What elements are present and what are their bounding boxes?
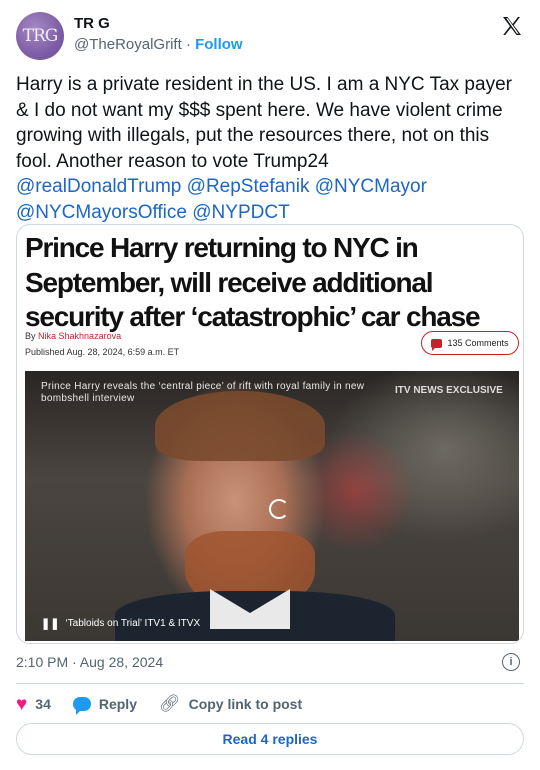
article-card[interactable]: Prince Harry returning to NYC in Septemb… [16,224,524,644]
link-icon: 🔗︎ [158,694,181,713]
author-name[interactable]: TR G [74,15,110,32]
x-logo-icon[interactable] [500,14,524,38]
video-controls-text: ‘Tabloids on Trial’ ITV1 & ITVX [65,618,201,629]
handle-row: @TheRoyalGrift · Follow [74,36,243,53]
video-controls: ❚❚ ‘Tabloids on Trial’ ITV1 & ITVX [41,617,200,630]
article-byline: By Nika Shakhnazarova [25,331,121,341]
avatar[interactable]: TRG [16,12,64,60]
mention-link[interactable]: @NYPDCT [192,202,289,223]
copy-link-button[interactable]: 🔗︎ Copy link to post [159,694,302,714]
mention-link[interactable]: @NYCMayorsOffice [16,202,187,223]
tweet-body: Harry is a private resident in the US. I… [16,74,512,172]
divider [16,683,524,684]
video-brand: ITV NEWS EXCLUSIVE [395,385,503,396]
tweet-text: Harry is a private resident in the US. I… [16,72,526,225]
heart-icon: ♥ [16,693,28,715]
video-caption: Prince Harry reveals the ‘central piece’… [41,381,365,404]
read-replies-button[interactable]: Read 4 replies [16,723,524,755]
mention-link[interactable]: @RepStefanik [187,176,310,197]
follow-button[interactable]: Follow [195,36,243,53]
reply-label: Reply [98,696,137,712]
comments-label: 135 Comments [447,338,509,348]
by-prefix: By [25,331,36,341]
mention-link[interactable]: @NYCMayor [315,176,427,197]
like-button[interactable]: ♥ 34 [16,695,51,714]
separator: · [185,36,191,53]
author-handle[interactable]: @TheRoyalGrift [74,36,182,53]
action-bar: ♥ 34 Reply 🔗︎ Copy link to post [16,692,324,716]
article-author: Nika Shakhnazarova [38,331,122,341]
video-frame: Prince Harry reveals the ‘central piece’… [25,371,519,641]
tweet-header: TRG TR G @TheRoyalGrift · Follow [16,12,524,60]
tweet-timestamp[interactable]: 2:10 PM · Aug 28, 2024 [16,654,163,670]
article-published: Published Aug. 28, 2024, 6:59 a.m. ET [25,347,180,357]
copy-link-label: Copy link to post [188,696,303,712]
tweet: TRG TR G @TheRoyalGrift · Follow Harry i… [0,0,540,770]
reply-button[interactable]: Reply [72,696,137,715]
loading-spinner-icon [269,499,289,519]
like-count: 34 [35,696,51,712]
comments-badge: 135 Comments [421,331,519,355]
comment-icon [431,338,443,351]
mention-link[interactable]: @realDonaldTrump [16,176,181,197]
info-icon[interactable]: i [502,653,520,671]
pause-icon: ❚❚ [41,618,60,630]
article-headline: Prince Harry returning to NYC in Septemb… [25,232,481,332]
reply-bubble-icon [72,697,91,715]
